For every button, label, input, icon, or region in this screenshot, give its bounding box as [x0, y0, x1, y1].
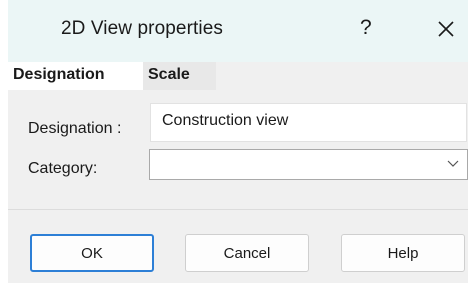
ok-button[interactable]: OK: [30, 234, 154, 272]
dialog-window: 2D View properties ? Designation Scale D…: [8, 0, 468, 283]
tab-strip: Designation Scale: [8, 62, 468, 90]
close-icon: [438, 21, 454, 37]
category-select[interactable]: [149, 149, 468, 180]
designation-label: Designation :: [28, 120, 122, 137]
cancel-button[interactable]: Cancel: [185, 234, 309, 272]
chevron-down-icon: [447, 160, 459, 167]
dialog-title: 2D View properties: [61, 18, 223, 39]
help-button[interactable]: Help: [341, 234, 465, 272]
title-bar: 2D View properties ?: [8, 0, 468, 62]
close-button[interactable]: [432, 15, 460, 43]
tab-panel-designation: Designation : Category:: [8, 90, 468, 210]
category-label: Category:: [28, 160, 98, 177]
designation-input[interactable]: [150, 103, 467, 142]
context-help-button[interactable]: ?: [360, 16, 372, 40]
tab-scale[interactable]: Scale: [143, 62, 216, 90]
tab-designation[interactable]: Designation: [8, 62, 143, 90]
